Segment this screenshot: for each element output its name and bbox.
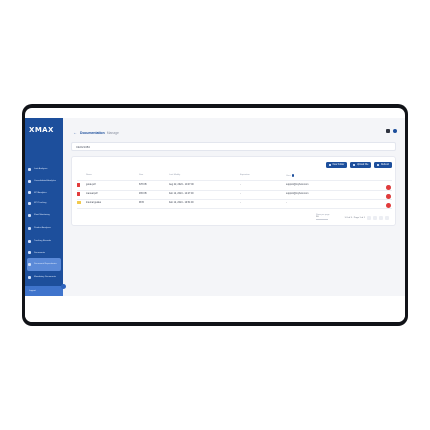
header-icons	[386, 129, 397, 133]
sidebar-item[interactable]: Product Analyses	[25, 222, 63, 235]
first-page-icon[interactable]	[367, 216, 371, 220]
nav-icon	[28, 263, 31, 266]
logo-text: MAX	[34, 126, 54, 134]
new-folder-button[interactable]: New Folder	[326, 162, 348, 168]
folder-path-value: CEO21384	[76, 144, 90, 149]
file-name[interactable]: Internal guides	[86, 202, 101, 204]
sidebar-item[interactable]: Document Repositories	[27, 258, 61, 271]
file-size: 465 KB	[139, 192, 147, 195]
folder-plus-icon	[329, 164, 332, 166]
refresh-button[interactable]: Refresh	[374, 162, 392, 168]
folder-path-field[interactable]: CEO21384	[71, 142, 396, 151]
sidebar-item[interactable]: Fleet Monitoring	[25, 209, 63, 222]
sidebar-item-label: KPI Analytics	[34, 191, 47, 194]
collapse-sidebar-icon[interactable]	[61, 284, 66, 289]
screen-bottom	[25, 296, 405, 322]
file-expiration: -	[240, 201, 241, 204]
last-page-icon[interactable]	[385, 216, 389, 220]
nav-icon	[28, 251, 31, 255]
table-row[interactable]: manual.pdf 465 KB Feb 12, 2024 - 14:27:00 -…	[77, 190, 392, 199]
sidebar-item[interactable]: Tracking Records	[25, 235, 63, 248]
toolbar: New Folder Upload File Refresh	[326, 162, 392, 168]
logout-label: Logout	[29, 290, 36, 292]
file-size: 98 B	[139, 201, 144, 204]
refresh-label: Refresh	[380, 164, 389, 166]
sidebar-nav: Last Analyses Consolidated Analytics KPI A…	[25, 164, 63, 295]
nav-icon	[28, 201, 31, 205]
column-user[interactable]: User	[286, 174, 295, 177]
sidebar-item[interactable]: Documents	[25, 248, 63, 259]
nav-icon	[28, 191, 31, 195]
info-icon[interactable]	[291, 174, 295, 177]
next-page-icon[interactable]	[379, 216, 383, 220]
column-size[interactable]: Size	[139, 174, 143, 176]
column-name[interactable]: Name	[86, 174, 92, 176]
pdf-file-icon	[77, 192, 80, 196]
file-expiration: -	[240, 183, 241, 186]
page-title: Documentation	[80, 130, 105, 135]
logo: XMAX	[29, 126, 54, 134]
breadcrumb: ← Documentation Manage	[73, 130, 119, 135]
new-folder-label: New Folder	[332, 164, 345, 166]
column-last-modify[interactable]: Last Modify	[169, 174, 180, 176]
sidebar: XMAX Last Analyses Consolidated Analytics…	[25, 118, 66, 296]
table-row[interactable]: guide.pdf 678 KB Aug 22, 2024 - 10:47:00 - s…	[77, 181, 392, 190]
column-user-label: User	[286, 174, 291, 177]
rows-per-page-select[interactable]: 10	[316, 216, 328, 220]
sidebar-item-label: KPI Tracking	[34, 202, 47, 205]
rows-per-page[interactable]: Rows per page 10	[316, 214, 329, 220]
documents-card: New Folder Upload File Refresh Name Size…	[71, 156, 396, 226]
language-icon[interactable]	[386, 129, 390, 133]
app-window: XMAX Last Analyses Consolidated Analytics…	[25, 118, 405, 296]
table-header: Name Size Last Modify Expiration User	[77, 174, 392, 179]
nav-icon	[28, 167, 31, 171]
sidebar-item-label: Document Repositories	[34, 263, 57, 266]
sidebar-item[interactable]: KPI Analytics	[25, 188, 63, 199]
sidebar-item-label: Last Analyses	[34, 168, 48, 171]
sidebar-item-label: Consolidated Analytics	[34, 179, 57, 182]
nav-icon	[28, 226, 31, 230]
file-name[interactable]: manual.pdf	[86, 193, 97, 195]
user-icon[interactable]	[393, 129, 397, 133]
file-date: Feb 12, 2024 - 10:51:00	[169, 201, 194, 204]
upload-file-button[interactable]: Upload File	[350, 162, 372, 168]
sidebar-item-label: Fleet Monitoring	[34, 213, 50, 216]
upload-icon	[353, 164, 356, 166]
back-arrow-icon[interactable]: ←	[73, 130, 77, 135]
nav-icon	[28, 239, 31, 243]
refresh-icon	[377, 164, 380, 166]
prev-page-icon[interactable]	[373, 216, 377, 220]
file-user: support@myhost.com	[286, 183, 309, 186]
pagination-range: 1-3 of 3 · Page 1 of 1	[344, 217, 365, 219]
sidebar-item[interactable]: Last Analyses	[25, 164, 63, 175]
sidebar-item[interactable]: KPI Tracking	[25, 198, 63, 209]
file-user: support@myhost.com	[286, 192, 309, 195]
file-size: 678 KB	[139, 183, 147, 186]
folder-icon	[77, 201, 81, 205]
divider	[77, 179, 392, 180]
column-expiration[interactable]: Expiration	[240, 174, 250, 176]
sidebar-item[interactable]: Consolidated Analytics	[25, 175, 63, 188]
file-date: Aug 22, 2024 - 10:47:00	[169, 183, 194, 186]
file-user: -	[286, 201, 287, 204]
file-expiration: -	[240, 192, 241, 195]
sidebar-item-label: Product Analyses	[34, 226, 51, 229]
file-name[interactable]: guide.pdf	[86, 184, 95, 186]
table-row[interactable]: Internal guides 98 B Feb 12, 2024 - 10:51:…	[77, 199, 392, 208]
file-date: Feb 12, 2024 - 14:27:00	[169, 192, 194, 195]
pagination: 1-3 of 3 · Page 1 of 1	[344, 216, 389, 220]
nav-icon	[28, 276, 31, 279]
screen: XMAX Last Analyses Consolidated Analytics…	[25, 108, 405, 322]
sidebar-item-label: Mandatory Documents	[34, 276, 57, 279]
nav-icon	[28, 179, 31, 183]
upload-file-label: Upload File	[356, 164, 369, 166]
logout-button[interactable]: Logout	[25, 286, 63, 296]
sidebar-item[interactable]: Mandatory Documents	[25, 271, 63, 284]
sidebar-item-label: Tracking Records	[34, 239, 52, 242]
pdf-file-icon	[77, 183, 80, 187]
row-divider	[77, 207, 392, 208]
sidebar-item-label: Documents	[34, 251, 46, 254]
nav-icon	[28, 213, 31, 217]
page-subtitle: Manage	[106, 130, 119, 135]
